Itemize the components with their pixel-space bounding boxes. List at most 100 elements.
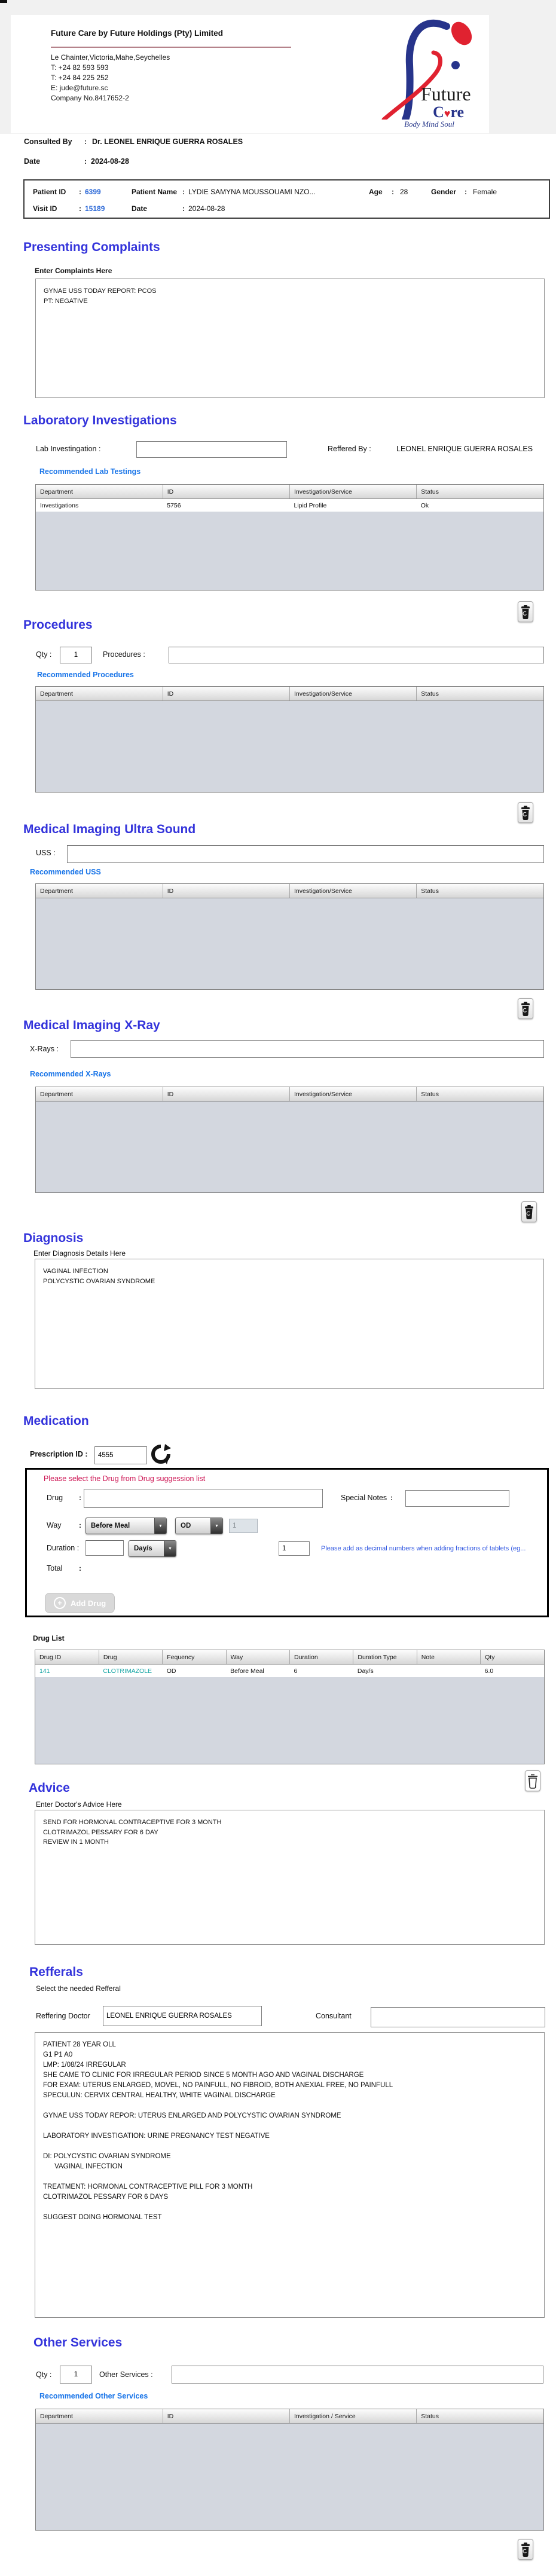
diagnosis-entry-label: Enter Diagnosis Details Here <box>33 1249 126 1258</box>
column-header: Status <box>416 1087 543 1102</box>
column-header: ID <box>163 1087 291 1102</box>
drug-list-table: Drug ID Drug Fequency Way Duration Duration T… <box>35 1650 545 1764</box>
patient-name-colon: : <box>182 188 185 196</box>
procedures-input[interactable] <box>169 647 544 663</box>
visit-id-value: 15189 <box>85 204 105 213</box>
referral-textarea[interactable]: PATIENT 28 YEAR OLL G1 P1 A0 LMP: 1/08/2… <box>35 2032 545 2318</box>
dose-input[interactable] <box>279 1541 310 1556</box>
patient-name-value: LYDIE SAMYNA MOUSSOUAMI NZO... <box>188 188 316 196</box>
prescription-id-label: Prescription ID : <box>30 1450 88 1458</box>
uss-delete-button[interactable] <box>518 998 533 1019</box>
consultant-input[interactable] <box>371 2007 545 2027</box>
reffered-by-label: Reffered By : <box>328 445 371 453</box>
section-title-laboratory: Laboratory Investigations <box>23 414 177 427</box>
visit-id-colon: : <box>79 204 81 213</box>
drug-suggestion-hint: Please select the Drug from Drug suggess… <box>44 1474 206 1483</box>
consulted-by-colon: : <box>84 137 87 146</box>
reffering-doctor-label: Reffering Doctor <box>36 2012 90 2020</box>
advice-textarea[interactable]: SEND FOR HORMONAL CONTRACEPTIVE FOR 3 MO… <box>35 1810 545 1945</box>
window-edge-artifact <box>0 0 7 3</box>
procedures-delete-button[interactable] <box>518 802 533 823</box>
lab-investigation-label: Lab Investingation : <box>36 445 101 453</box>
patient-id-label: Patient ID <box>33 188 66 196</box>
procedures-qty-label: Qty : <box>36 650 52 659</box>
recommended-uss-table: Department ID Investigation/Service Status <box>35 883 544 990</box>
age-colon: : <box>392 188 394 196</box>
company-phone1: T: +24 82 593 593 <box>51 63 109 72</box>
chevron-down-icon: ▼ <box>164 1541 176 1556</box>
trash-outline-icon <box>528 1774 537 1789</box>
lab-delete-button[interactable] <box>518 601 533 622</box>
column-header: Duration <box>289 1650 354 1665</box>
duration-input[interactable] <box>85 1540 124 1556</box>
visit-bar-date-colon: : <box>182 204 185 213</box>
logo-word-future: Future <box>421 83 471 105</box>
special-notes-label: Special Notes <box>341 1494 387 1502</box>
column-header: Investigation/Service <box>289 687 417 701</box>
trash-icon <box>521 1001 530 1016</box>
meal-timing-value: Before Meal <box>91 1522 130 1529</box>
meal-timing-select[interactable]: Before Meal ▼ <box>85 1518 167 1534</box>
gender-label: Gender <box>431 188 457 196</box>
special-notes-input[interactable] <box>405 1490 509 1507</box>
section-title-diagnosis: Diagnosis <box>23 1231 84 1245</box>
column-header: Note <box>417 1650 481 1665</box>
lab-investigation-input[interactable] <box>136 441 287 458</box>
frequency-select[interactable]: OD ▼ <box>175 1518 223 1534</box>
decimal-hint: Please add as decimal numbers when addin… <box>321 1545 526 1552</box>
section-title-presenting-complaints: Presenting Complaints <box>23 240 160 254</box>
add-drug-button[interactable]: + Add Drug <box>45 1593 115 1613</box>
drug-input[interactable] <box>84 1489 323 1508</box>
column-header: Status <box>416 485 543 499</box>
plus-icon: + <box>54 1597 66 1609</box>
column-header: Department <box>36 2409 163 2424</box>
section-title-ultrasound: Medical Imaging Ultra Sound <box>23 822 196 836</box>
xray-input[interactable] <box>71 1040 544 1058</box>
xray-delete-button[interactable] <box>521 1201 537 1222</box>
referral-subtitle: Select the needed Refferal <box>36 1984 121 1993</box>
medication-entry-box: Please select the Drug from Drug suggess… <box>25 1468 549 1617</box>
visit-date-colon: : <box>84 157 87 166</box>
column-header: Drug <box>99 1650 163 1665</box>
recommended-lab-link: Recommended Lab Testings <box>39 467 141 476</box>
complaints-textarea[interactable]: GYNAE USS TODAY REPORT: PCOS PT: NEGATIV… <box>35 279 545 398</box>
consultant-label: Consultant <box>316 2012 352 2020</box>
column-header: Investigation / Service <box>289 2409 417 2424</box>
way-colon: : <box>79 1521 81 1529</box>
company-phone2: T: +24 84 225 252 <box>51 74 109 82</box>
section-title-procedures: Procedures <box>23 618 93 632</box>
consulted-by-value: Dr. LEONEL ENRIQUE GUERRA ROSALES <box>92 137 243 146</box>
recommended-xray-table: Department ID Investigation/Service Status <box>35 1087 544 1193</box>
logo-tagline: Body Mind Soul <box>404 120 454 129</box>
duration-type-value: Day/s <box>134 1545 152 1552</box>
table-row[interactable]: Investigations 5756 Lipid Profile Ok <box>36 498 543 512</box>
uss-input[interactable] <box>67 845 544 863</box>
prescription-id-input[interactable] <box>94 1446 147 1464</box>
letterhead-divider <box>51 47 291 48</box>
company-name: Future Care by Future Holdings (Pty) Lim… <box>51 29 224 38</box>
column-header: Status <box>416 687 543 701</box>
procedures-qty-input[interactable] <box>60 647 92 663</box>
diagnosis-textarea[interactable]: VAGINAL INFECTION POLYCYSTIC OVARIAN SYN… <box>35 1259 544 1389</box>
uss-label: USS : <box>36 849 56 857</box>
trash-icon <box>521 805 530 820</box>
advice-delete-button[interactable] <box>525 1770 540 1791</box>
reffering-doctor-input[interactable] <box>103 2006 262 2026</box>
refresh-icon[interactable] <box>151 1444 171 1466</box>
column-header: Investigation/Service <box>289 884 417 898</box>
other-delete-button[interactable] <box>518 2539 533 2560</box>
way-label: Way <box>47 1521 62 1529</box>
table-row[interactable]: 141 CLOTRIMAZOLE OD Before Meal 6 Day/s 6.0 <box>35 1664 544 1677</box>
recommended-uss-link: Recommended USS <box>30 868 101 876</box>
other-qty-input[interactable] <box>60 2366 92 2384</box>
column-header: Department <box>36 1087 163 1102</box>
other-services-input[interactable] <box>172 2366 543 2384</box>
total-label: Total <box>47 1564 63 1572</box>
column-header: Duration Type <box>353 1650 417 1665</box>
company-email: E: jude@future.sc <box>51 84 108 92</box>
column-header: Way <box>226 1650 291 1665</box>
recommended-procedures-link: Recommended Procedures <box>37 671 134 679</box>
section-title-medication: Medication <box>23 1414 89 1428</box>
column-header: ID <box>163 687 291 701</box>
duration-type-select[interactable]: Day/s ▼ <box>129 1540 176 1557</box>
